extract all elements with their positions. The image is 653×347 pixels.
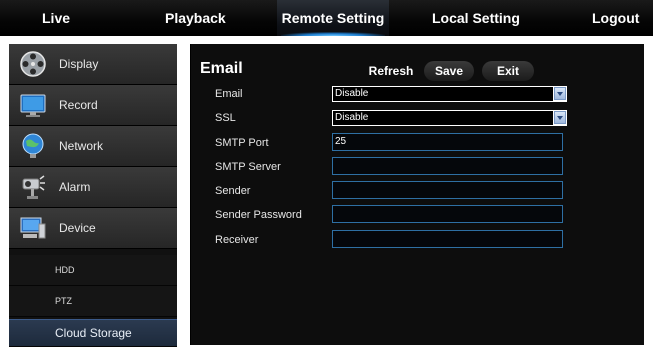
sidebar-subitem-label: Cloud Storage [55,326,132,340]
app-frame: Live Playback Remote Setting Local Setti… [0,0,653,347]
sidebar-subitem-hdd[interactable]: HDD [9,255,177,286]
sidebar-subitem-ptz[interactable]: PTZ [9,286,177,317]
sidebar-item-label: Alarm [59,180,91,194]
sidebar-subitem-label: PTZ [55,296,72,306]
sidebar-item-display[interactable]: Display [9,44,177,85]
sidebar-item-label: Network [59,139,104,153]
sidebar-item-alarm[interactable]: Alarm [9,167,177,208]
email-settings-panel: Email Refresh Save Exit Email Disable SS… [190,44,644,345]
email-select[interactable]: Disable [332,86,567,102]
sender-field[interactable] [332,181,563,199]
tab-playback[interactable]: Playback [165,0,226,36]
sender-password-label: Sender Password [215,209,302,221]
sidebar-item-label: Device [59,221,96,235]
sidebar-subitem-cloud-storage[interactable]: Cloud Storage [9,319,177,347]
tab-logout[interactable]: Logout [592,0,639,36]
chevron-down-icon[interactable] [554,111,566,124]
film-reel-icon [20,51,46,77]
page-title: Email [200,60,243,77]
save-button[interactable]: Save [424,61,474,81]
computer-icon [20,217,46,239]
email-select-value: Disable [333,87,553,101]
camera-alarm-icon [22,175,45,199]
email-label: Email [215,88,243,100]
smtp-server-field[interactable] [332,157,563,175]
ssl-select[interactable]: Disable [332,110,567,126]
sender-password-field[interactable] [332,205,563,223]
smtp-port-field[interactable]: 25 [332,133,563,151]
tab-live[interactable]: Live [42,0,70,36]
smtp-port-label: SMTP Port [215,137,269,149]
sidebar-item-label: Record [59,98,98,112]
sidebar-subitem-label: HDD [55,265,75,275]
refresh-button[interactable]: Refresh [365,61,417,81]
receiver-field[interactable] [332,230,563,248]
receiver-label: Receiver [215,234,259,246]
ssl-label: SSL [215,112,236,124]
monitor-icon [20,94,46,117]
sidebar-item-device[interactable]: Device [9,208,177,249]
chevron-down-icon[interactable] [554,87,566,100]
sidebar: Display Record Network Alarm Device HDD … [9,44,177,347]
sidebar-item-network[interactable]: Network [9,126,177,167]
sidebar-item-record[interactable]: Record [9,85,177,126]
globe-icon [22,133,44,158]
tab-local-setting[interactable]: Local Setting [432,0,520,36]
smtp-server-label: SMTP Server [215,161,281,173]
sender-label: Sender [215,185,251,197]
exit-button[interactable]: Exit [482,61,534,81]
ssl-select-value: Disable [333,111,553,125]
sidebar-item-label: Display [59,57,99,71]
top-navigation: Live Playback Remote Setting Local Setti… [0,0,653,36]
tab-remote-setting[interactable]: Remote Setting [277,0,389,36]
